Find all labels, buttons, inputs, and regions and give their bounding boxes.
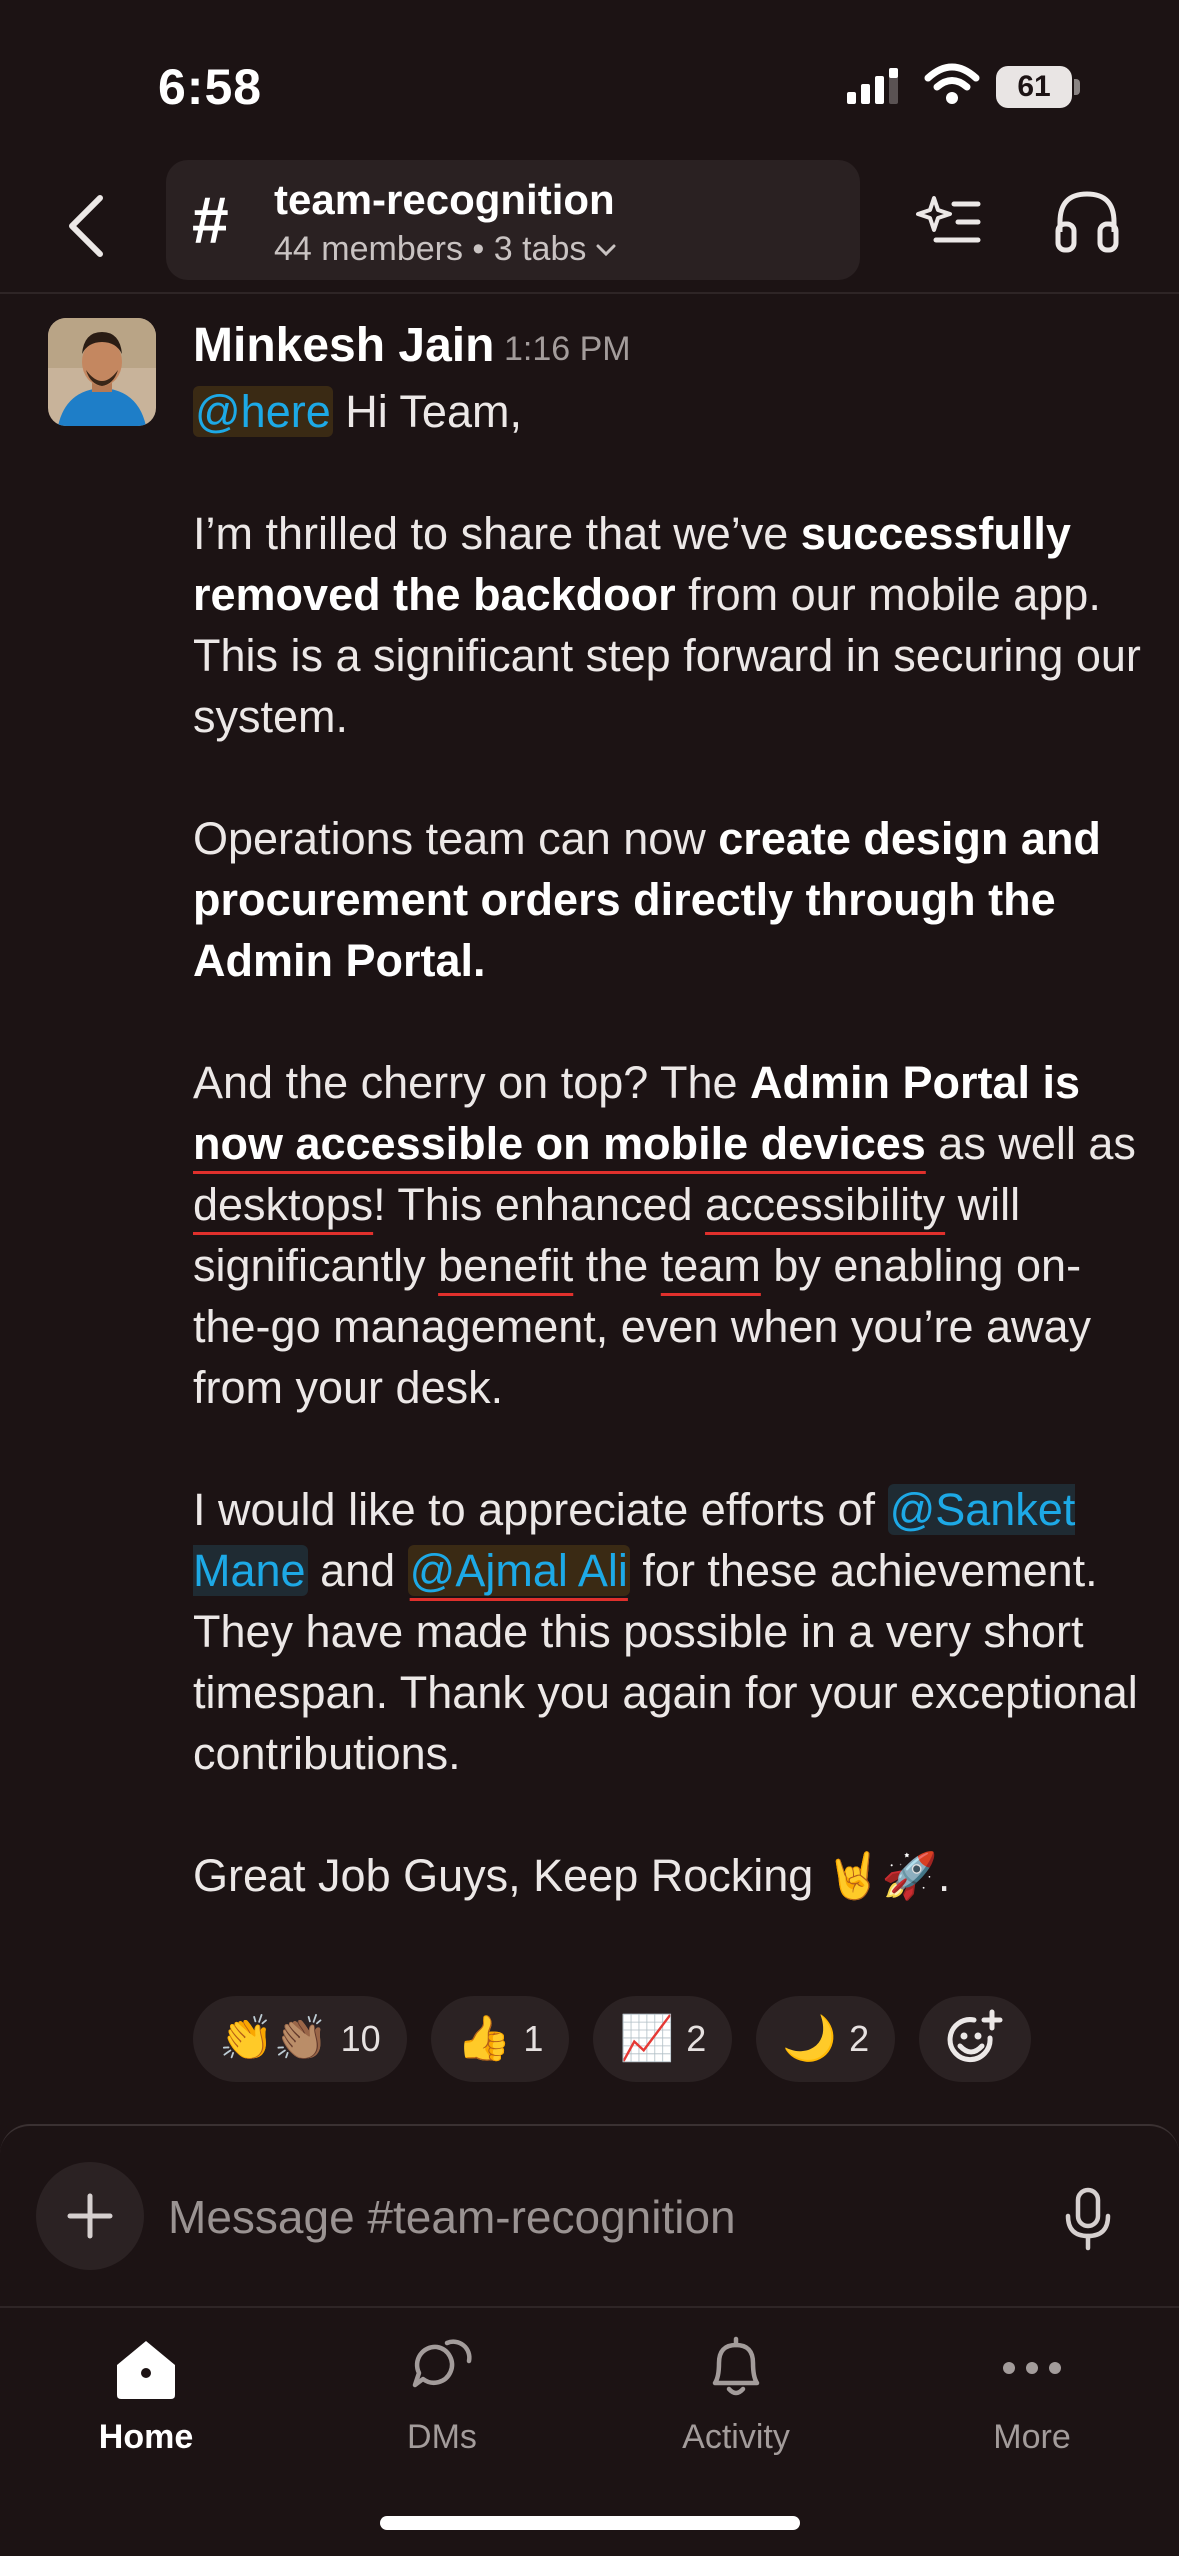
clap-emoji: 👏👏🏽 <box>219 2014 329 2063</box>
reaction-chart-up[interactable]: 📈 2 <box>593 1996 733 2082</box>
tab-more[interactable]: More <box>932 2328 1132 2478</box>
channel-info-button[interactable]: # team-recognition 44 members • 3 tabs <box>166 160 860 280</box>
tab-activity-label: Activity <box>682 2418 790 2456</box>
reaction-count: 2 <box>686 2018 707 2059</box>
wifi-icon <box>924 63 980 104</box>
avatar-image <box>48 318 156 426</box>
dms-icon <box>412 2339 472 2388</box>
plus-icon <box>67 2193 113 2239</box>
add-emoji-icon <box>947 2009 1003 2063</box>
attach-button[interactable] <box>36 2162 144 2270</box>
bottom-tab-bar: Home DMs Activity More <box>0 2310 1179 2510</box>
tab-home[interactable]: Home <box>46 2328 246 2478</box>
message-input[interactable] <box>168 2182 1028 2252</box>
chart-increasing-emoji: 📈 <box>619 2014 675 2063</box>
mention-ajmal-ali[interactable]: @Ajmal Ali <box>407 1545 630 1596</box>
channel-header: # team-recognition 44 members • 3 tabs <box>0 160 1179 290</box>
reaction-count: 1 <box>523 2018 544 2059</box>
reaction-moon[interactable]: 🌙 2 <box>756 1996 896 2082</box>
ai-summary-icon[interactable] <box>914 186 984 256</box>
battery-indicator: 61 <box>996 66 1080 108</box>
chevron-left-icon <box>69 195 103 257</box>
battery-level: 61 <box>1017 70 1051 103</box>
message-composer <box>0 2124 1179 2304</box>
tab-activity[interactable]: Activity <box>636 2328 836 2478</box>
tab-dms[interactable]: DMs <box>342 2328 542 2478</box>
mention-here[interactable]: @here <box>193 386 333 437</box>
tab-home-label: Home <box>98 2418 194 2456</box>
message-body: @here Hi Team, I’m thrilled to share tha… <box>193 381 1143 1906</box>
status-time: 6:58 <box>158 59 263 115</box>
message-paragraph-4: I would like to appreciate efforts of @S… <box>193 1484 1138 1779</box>
reaction-thumbs-up[interactable]: 👍 1 <box>430 1996 570 2082</box>
slack-channel-screen: 6:58 61 # team-recognition 44 members • … <box>0 0 1179 2556</box>
reactions-row: 👏👏🏽 10 👍 1 📈 2 🌙 2 <box>193 1996 1032 2082</box>
home-indicator <box>380 2516 800 2530</box>
message-timestamp: 1:16 PM <box>504 330 631 368</box>
message-paragraph-5: Great Job Guys, Keep Rocking 🤘🚀. <box>193 1850 951 1901</box>
status-bar: 6:58 61 <box>0 0 1179 170</box>
tab-dms-label: DMs <box>407 2418 477 2456</box>
reaction-count: 2 <box>849 2018 870 2059</box>
microphone-icon[interactable] <box>1058 2186 1118 2252</box>
hash-icon: # <box>192 183 229 257</box>
home-icon <box>117 2341 175 2399</box>
add-reaction-button[interactable] <box>919 1996 1032 2082</box>
reaction-clap[interactable]: 👏👏🏽 10 <box>193 1996 407 2082</box>
channel-meta: 44 members • 3 tabs <box>274 230 618 269</box>
channel-meta-text: 44 members • 3 tabs <box>274 230 587 268</box>
cellular-signal-icon <box>847 68 898 104</box>
message-greeting: @here Hi Team, <box>193 386 522 437</box>
header-divider <box>0 292 1179 294</box>
channel-name: team-recognition <box>274 176 615 223</box>
chevron-down-icon <box>596 244 616 256</box>
avatar[interactable] <box>48 318 156 426</box>
headphones-icon[interactable] <box>1052 186 1122 256</box>
message-author[interactable]: Minkesh Jain <box>193 318 494 373</box>
thumbs-up-emoji: 👍 <box>456 2014 512 2063</box>
reaction-count: 10 <box>340 2018 381 2059</box>
message-paragraph-2: Operations team can now create design an… <box>193 813 1101 986</box>
message-paragraph-3: And the cherry on top? The Admin Portal … <box>193 1057 1136 1413</box>
message-paragraph-1: I’m thrilled to share that we’ve success… <box>193 508 1141 742</box>
back-button[interactable] <box>56 188 116 264</box>
moon-emoji: 🌙 <box>782 2014 838 2063</box>
bell-icon <box>712 2336 760 2396</box>
composer-divider <box>0 2306 1179 2308</box>
tab-more-label: More <box>993 2418 1071 2456</box>
more-dots-icon <box>1003 2362 1061 2374</box>
